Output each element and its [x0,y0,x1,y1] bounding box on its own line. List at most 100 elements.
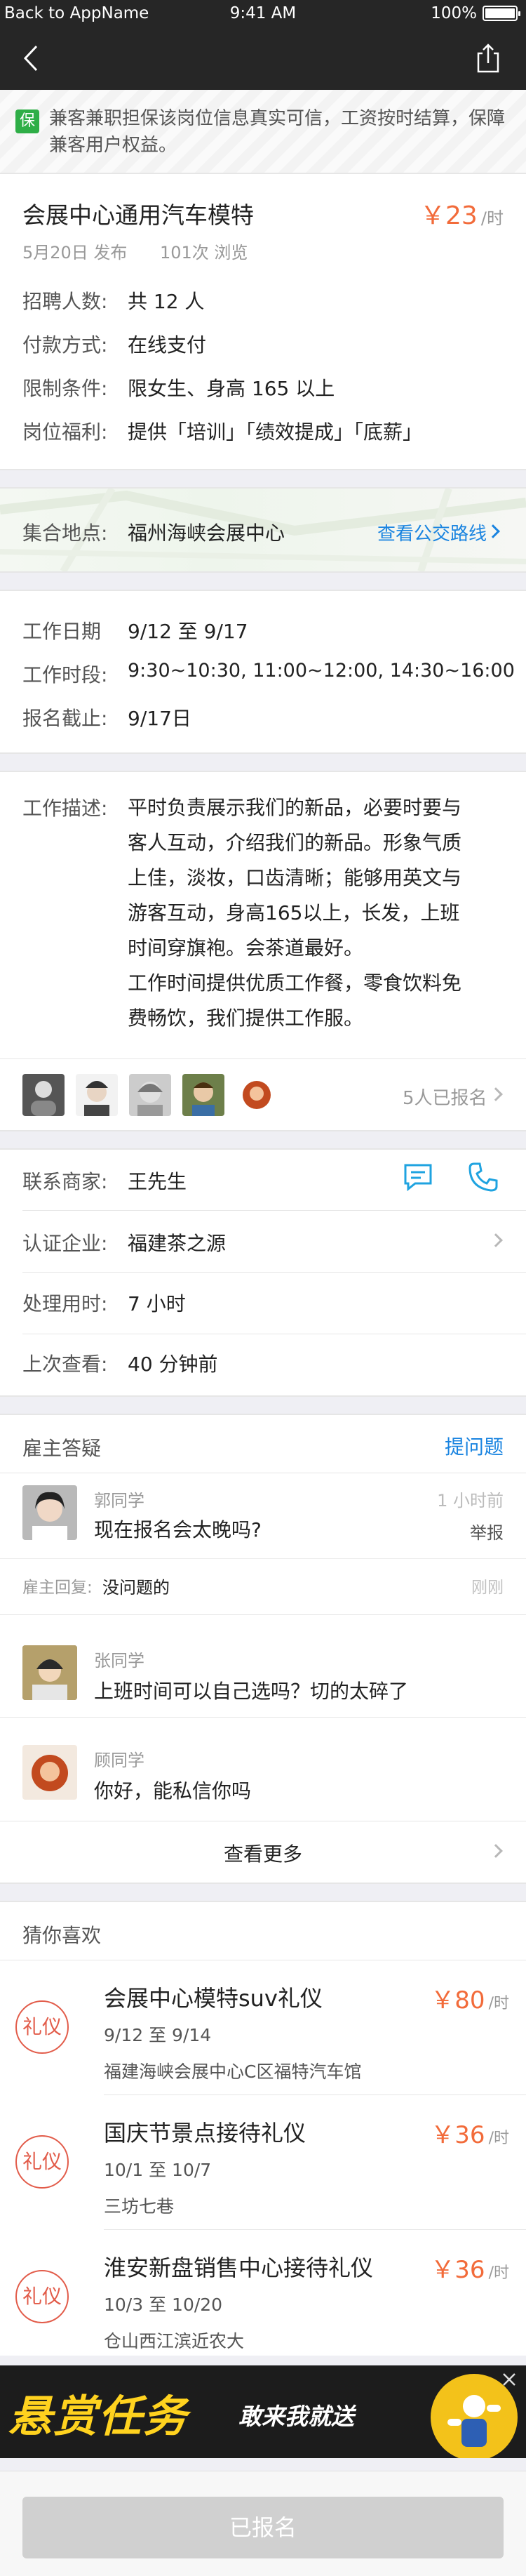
applicant-avatar[interactable] [76,1074,118,1116]
bus-route-link[interactable]: 查看公交路线 [377,519,487,545]
certified-company-row[interactable]: 认证企业: 福建茶之源 [0,1211,526,1272]
description-line: 上佳，淡妆，口齿清晰；能够用英文与 [128,866,462,889]
payment-method-label: 付款方式: [22,333,108,357]
description-line: 客人互动，介绍我们的新品。形象气质 [128,831,462,854]
description-label: 工作描述: [22,797,108,820]
recruit-count-label: 招聘人数: [22,290,108,313]
phone-icon [468,1162,498,1192]
banner-slogan: 敢来我就送 [238,2403,354,2430]
last-viewed-value: 40 分钟前 [128,1353,218,1376]
schedule-card: 工作日期 9/12 至 9/17 工作时段: 9:30~10:30, 11:00… [0,591,526,752]
contact-card: 联系商家: 王先生 认证企业: 福建茶之源 处理用时: 7 小时 上次查看: 4… [0,1150,526,1395]
publish-date: 5月20日 发布 [22,243,128,263]
applied-count: 5人已报名 [403,1088,487,1109]
recommend-item-date: 10/1 至 10/7 [104,2160,212,2180]
top-navigation-bar: Back to AppName 9:41 AM 100% [0,0,526,90]
description-line: 游客互动，身高165以上，长发，上班 [128,901,460,924]
applicants-row[interactable]: 5人已报名 [0,1060,526,1130]
recommend-item[interactable]: 礼仪 国庆节景点接待礼仪 ￥36 /时 10/1 至 10/7 三坊七巷 [0,2096,526,2229]
company-label: 认证企业: [22,1232,108,1255]
user-avatar [22,1745,77,1800]
view-more-text: 查看更多 [223,1843,302,1866]
applied-button[interactable]: 已报名 [22,2497,504,2558]
deadline-value: 9/17日 [128,707,191,730]
location-label: 集合地点: [22,522,108,545]
battery-percent: 100% [431,4,477,22]
qa-section: 雇主答疑 提问题 郭同学 1 小时前 现在报名会太晚吗? 举报 雇主回复: 没问… [0,1415,526,1883]
merchant-label: 联系商家: [22,1170,108,1193]
category-badge-icon: 礼仪 [15,2000,69,2054]
question-time: 1 小时前 [437,1491,504,1511]
process-time-label: 处理用时: [22,1292,108,1315]
status-bar: Back to AppName 9:41 AM 100% [0,0,526,29]
guarantee-badge-icon: 保 [15,109,39,133]
benefits-label: 岗位福利: [22,420,108,444]
work-date-value: 9/12 至 9/17 [128,620,248,643]
job-title: 会展中心通用汽车模特 [22,201,254,229]
close-banner-button[interactable] [499,2370,519,2389]
process-time-value: 7 小时 [128,1292,186,1315]
recommend-item-place: 福建海峡会展中心C区福特汽车馆 [104,2062,362,2082]
recommend-item[interactable]: 礼仪 淮安新盘销售中心接待礼仪 ￥36 /时 10/3 至 10/20 仓山西江… [0,2231,526,2356]
deadline-label: 报名截止: [22,707,108,730]
applicant-avatar[interactable] [129,1074,171,1116]
location-row[interactable]: 集合地点: 福州海峡会展中心 查看公交路线 [0,489,526,571]
ask-question-button[interactable]: 提问题 [445,1432,504,1460]
bottom-action-bar: 已报名 [0,2471,526,2576]
call-button[interactable] [466,1160,499,1193]
benefits-value: 提供「培训」「绩效提成」「底薪」 [128,420,423,444]
reply-time: 刚刚 [471,1579,504,1597]
question-text: 你好，能私信你吗 [94,1779,252,1802]
location-value: 福州海峡会展中心 [128,522,285,545]
report-link[interactable]: 举报 [470,1519,504,1543]
share-button[interactable] [474,42,502,74]
recommend-item-date: 10/3 至 10/20 [104,2295,223,2315]
recommend-item-salary: ￥36 /时 [431,2256,509,2284]
work-date-label: 工作日期 [22,620,102,643]
applicant-avatar[interactable] [182,1074,224,1116]
reward-task-banner[interactable]: 悬赏任务 敢来我就送 [0,2365,526,2458]
banner-headline: 悬赏任务 [8,2391,189,2442]
guarantee-banner: 保 兼客兼职担保该岗位信息真实可信，工资按时结算，保障兼客用户权益。 [0,90,526,173]
back-button[interactable] [15,41,46,76]
job-info-card: 会展中心通用汽车模特 ￥23 /时 5月20日 发布 101次 浏览 招聘人数:… [0,174,526,469]
recommend-item-title: 国庆节景点接待礼仪 [104,2120,306,2146]
question-user: 顾同学 [94,1751,144,1770]
recommend-item-salary: ￥36 /时 [431,2121,509,2149]
merchant-name: 王先生 [128,1170,187,1193]
applicant-avatar[interactable] [22,1074,65,1116]
question-user: 张同学 [94,1651,144,1671]
applied-chevron-icon [489,1087,503,1101]
job-salary: ￥23 /时 [420,195,504,232]
work-hours-label: 工作时段: [22,663,108,686]
user-avatar [22,1485,77,1540]
recommend-item-salary: ￥80 /时 [431,1986,509,2014]
reply-label: 雇主回复: [22,1579,93,1597]
question-text: 现在报名会太晚吗? [94,1518,262,1541]
close-icon [503,2373,515,2386]
category-badge-icon: 礼仪 [15,2270,69,2323]
description-line: 费畅饮，我们提供工作服。 [128,1007,364,1030]
payment-method-value: 在线支付 [128,333,207,357]
recommend-item-title: 会展中心模特suv礼仪 [104,1985,323,2012]
description-line: 时间穿旗袍。会茶道最好。 [128,936,364,960]
reply-text: 没问题的 [102,1578,170,1598]
recommend-item-place: 三坊七巷 [104,2196,175,2217]
recommend-item-date: 9/12 至 9/14 [104,2025,212,2045]
restriction-value: 限女生、身高 165 以上 [128,377,335,400]
recommend-title: 猜你喜欢 [22,1924,102,1947]
guarantee-text: 兼客兼职担保该岗位信息真实可信，工资按时结算，保障兼客用户权益。 [49,108,506,156]
recommend-item-title: 淮安新盘销售中心接待礼仪 [104,2255,374,2281]
applicant-avatar[interactable] [236,1074,278,1116]
company-chevron-icon [489,1233,503,1247]
view-more-row[interactable]: 查看更多 [0,1822,526,1883]
recommend-item[interactable]: 礼仪 会展中心模特suv礼仪 ￥80 /时 9/12 至 9/14 福建海峡会展… [0,1961,526,2094]
recommend-item-place: 仓山西江滨近农大 [104,2331,245,2351]
category-badge-icon: 礼仪 [15,2135,69,2189]
description-text: 平时负责展示我们的新品，必要时要与 客人互动，介绍我们的新品。形象气质 上佳，淡… [128,790,506,1036]
qa-title: 雇主答疑 [22,1437,102,1460]
restriction-label: 限制条件: [22,377,108,400]
salary-amount: ￥23 [420,201,478,230]
message-button[interactable] [401,1160,435,1193]
recruit-count-value: 共 12 人 [128,290,205,313]
